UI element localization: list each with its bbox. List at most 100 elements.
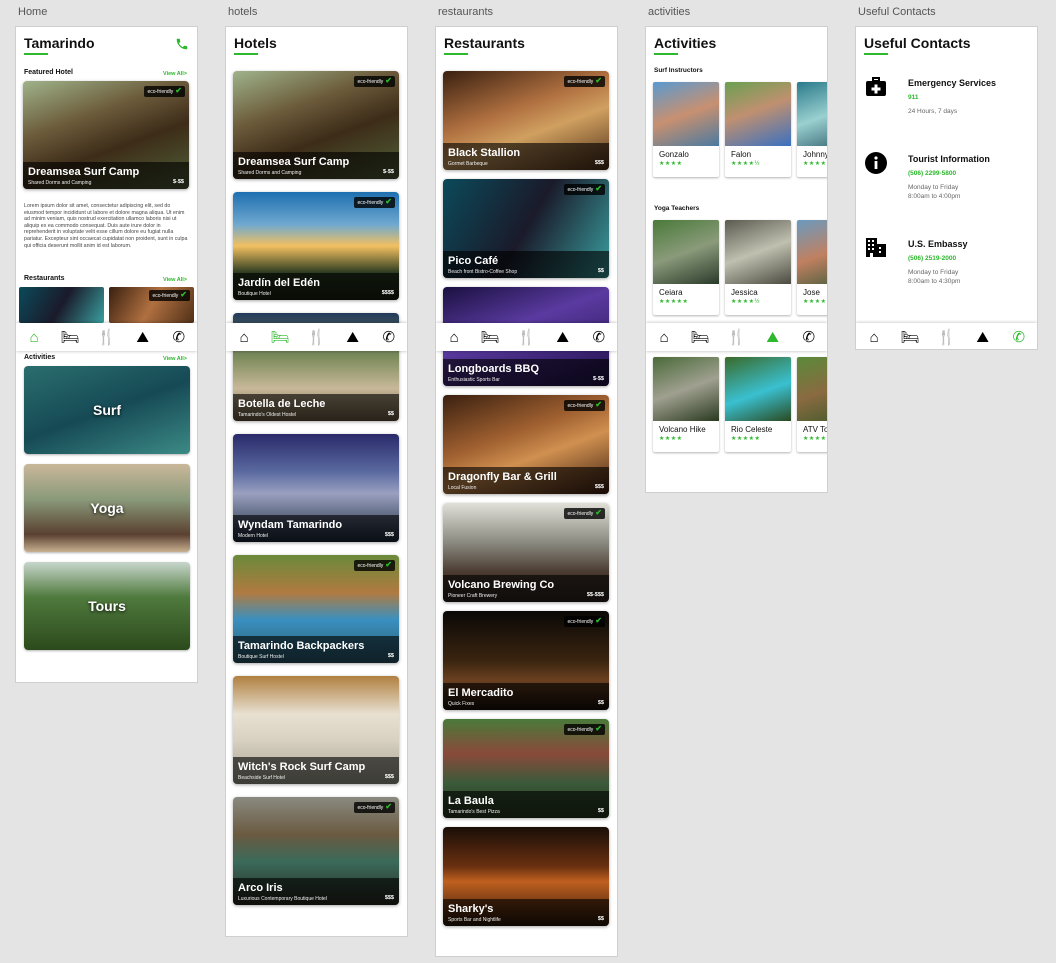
tour-card[interactable]: Volcano Hike ★★★★ <box>653 357 719 452</box>
nav-activities-icon[interactable]: ⛰ <box>763 328 783 346</box>
card-subtitle: Beachside Surf Hotel <box>238 775 285 781</box>
nav-hotel-icon[interactable]: 🛏 <box>270 328 290 346</box>
restaurants-label: Restaurants <box>24 275 65 282</box>
card-subtitle: Enthusiastic Sports Bar <box>448 377 500 383</box>
artboard-label-hotels: hotels <box>228 6 258 18</box>
nav-phone-icon[interactable]: ✆ <box>1009 328 1029 346</box>
card-price: $-$$ <box>172 179 184 185</box>
card-price: $$$ <box>594 160 604 166</box>
nav-phone-icon[interactable]: ✆ <box>379 328 399 346</box>
artboard-label-restaurants: restaurants <box>438 6 494 18</box>
restaurant-card[interactable]: eco-friendly ✔ El Mercadito Quick Fixes $$ <box>443 611 609 710</box>
tour-card[interactable]: ATV Tour ★★★★ <box>797 357 828 452</box>
restaurant-card[interactable]: eco-friendly ✔ La Baula Tamarindo's Best P… <box>443 719 609 818</box>
contact-number[interactable]: (506) 2519-2000 <box>908 255 968 262</box>
view-all-link[interactable]: View All> <box>163 277 187 283</box>
restaurant-card[interactable]: Sharky's Sports Bar and Nightlife $$ <box>443 827 609 926</box>
restaurant-thumb[interactable]: eco-friendly ✔ <box>109 287 194 323</box>
hotel-card[interactable]: Witch's Rock Surf Camp Beachside Surf Hot… <box>233 676 399 784</box>
nav-activities-icon[interactable]: ⛰ <box>973 328 993 346</box>
nav-phone-icon[interactable]: ✆ <box>589 328 609 346</box>
nav-restaurant-icon[interactable]: 🍴 <box>516 328 536 346</box>
nav-restaurant-icon[interactable]: 🍴 <box>96 328 116 346</box>
check-icon: ✔ <box>385 802 392 811</box>
card-name: Rio Celeste <box>731 425 773 434</box>
nav-restaurant-icon[interactable]: 🍴 <box>936 328 956 346</box>
contact-number[interactable]: 911 <box>908 94 996 101</box>
activity-card-yoga[interactable]: Yoga <box>24 464 190 552</box>
tour-card[interactable]: Rio Celeste ★★★★★ <box>725 357 791 452</box>
bottom-nav: ⌂ 🛏 🍴 ⛰ ✆ <box>856 323 1037 349</box>
nav-home-icon[interactable]: ⌂ <box>444 328 464 346</box>
activity-card-surf[interactable]: Surf <box>24 366 190 454</box>
check-icon: ✔ <box>385 197 392 206</box>
nav-hotel-icon[interactable]: 🛏 <box>60 328 80 346</box>
eco-badge: eco-friendly ✔ <box>354 197 395 208</box>
featured-hotel-label: Featured Hotel <box>24 69 74 76</box>
contact-name: Tourist Information <box>908 154 990 164</box>
nav-hotel-icon[interactable]: 🛏 <box>690 328 710 346</box>
instructor-card[interactable]: Gonzalo ★★★★ <box>653 82 719 177</box>
view-all-link[interactable]: View All> <box>163 71 187 77</box>
nav-home-icon[interactable]: ⌂ <box>234 328 254 346</box>
check-icon: ✔ <box>180 290 187 299</box>
card-name: Jessica <box>731 288 758 297</box>
instructor-card[interactable]: Falon ★★★★½ <box>725 82 791 177</box>
card-subtitle: Beach front Bistro-Coffee Shop <box>448 269 518 275</box>
nav-restaurant-icon[interactable]: 🍴 <box>726 328 746 346</box>
nav-home-icon[interactable]: ⌂ <box>24 328 44 346</box>
hotel-card[interactable]: eco-friendly ✔ Jardín del Edén Boutique Ho… <box>233 192 399 300</box>
nav-activities-icon[interactable]: ⛰ <box>343 328 363 346</box>
star-rating: ★★★★★ <box>659 299 689 305</box>
hotel-card[interactable]: eco-friendly ✔ Dreamsea Surf Camp Shared D… <box>233 71 399 179</box>
nav-restaurant-icon[interactable]: 🍴 <box>306 328 326 346</box>
eco-badge: eco-friendly ✔ <box>564 616 605 627</box>
nav-hotel-icon[interactable]: 🛏 <box>900 328 920 346</box>
card-subtitle: Gormet Barbeque <box>448 161 488 167</box>
card-subtitle: Boutique Hotel <box>238 291 271 297</box>
eco-badge: eco-friendly ✔ <box>144 86 185 97</box>
phone-icon[interactable] <box>175 37 189 51</box>
nav-hotel-icon[interactable]: 🛏 <box>480 328 500 346</box>
eco-badge: eco-friendly ✔ <box>354 560 395 571</box>
card-name: ATV Tour <box>803 425 828 434</box>
restaurant-thumb[interactable] <box>19 287 104 323</box>
restaurant-card[interactable]: eco-friendly ✔ Black Stallion Gormet Barbe… <box>443 71 609 170</box>
nav-home-icon[interactable]: ⌂ <box>654 328 674 346</box>
eco-badge: eco-friendly ✔ <box>354 802 395 813</box>
teacher-card[interactable]: Jessica ★★★★½ <box>725 220 791 315</box>
card-price: $$ <box>597 268 604 274</box>
instructor-card[interactable]: Johnny ★★★★ <box>797 82 827 177</box>
nav-home-icon[interactable]: ⌂ <box>864 328 884 346</box>
nav-activities-icon[interactable]: ⛰ <box>553 328 573 346</box>
view-all-link[interactable]: View All> <box>163 356 187 362</box>
hotel-card[interactable]: Wyndam Tamarindo Modern Hotel $$$ <box>233 434 399 542</box>
card-title: Longboards BBQ <box>448 363 540 375</box>
card-title: Dragonfly Bar & Grill <box>448 471 557 483</box>
nav-phone-icon[interactable]: ✆ <box>169 328 189 346</box>
eco-badge: eco-friendly ✔ <box>564 508 605 519</box>
restaurant-card[interactable]: eco-friendly ✔ Dragonfly Bar & Grill Local… <box>443 395 609 494</box>
activity-card-tours[interactable]: Tours <box>24 562 190 650</box>
restaurant-card[interactable]: eco-friendly ✔ Volcano Brewing Co Pioneer … <box>443 503 609 602</box>
artboard-label-home: Home <box>18 6 48 18</box>
nav-phone-icon[interactable]: ✆ <box>799 328 819 346</box>
card-price: $$$ <box>384 774 394 780</box>
featured-hotel-card[interactable]: eco-friendly ✔ Dreamsea Surf Camp Shared … <box>23 81 189 189</box>
contact-number[interactable]: (506) 2299-5800 <box>908 170 990 177</box>
activities-label: Activities <box>24 354 56 361</box>
bottom-nav: ⌂ 🛏 🍴 ⛰ ✆ <box>226 323 407 351</box>
card-name: Falon <box>731 150 752 159</box>
teacher-card[interactable]: Jose ★★★★ <box>797 220 827 315</box>
nav-activities-icon[interactable]: ⛰ <box>133 328 153 346</box>
card-price: $-$$ <box>382 169 394 175</box>
teacher-card[interactable]: Ceiara ★★★★★ <box>653 220 719 315</box>
restaurant-card[interactable]: eco-friendly ✔ Pico Café Beach front Bistr… <box>443 179 609 278</box>
artboard-label-activities: activities <box>648 6 691 18</box>
hotel-card[interactable]: eco-friendly ✔ Tamarindo Backpackers Bouti… <box>233 555 399 663</box>
card-price: $$$ <box>594 484 604 490</box>
star-rating: ★★★★ <box>803 299 827 305</box>
hotel-card[interactable]: eco-friendly ✔ Arco Iris Luxurious Contemp… <box>233 797 399 905</box>
card-subtitle: Quick Fixes <box>448 701 475 707</box>
star-rating: ★★★★★ <box>731 436 761 442</box>
